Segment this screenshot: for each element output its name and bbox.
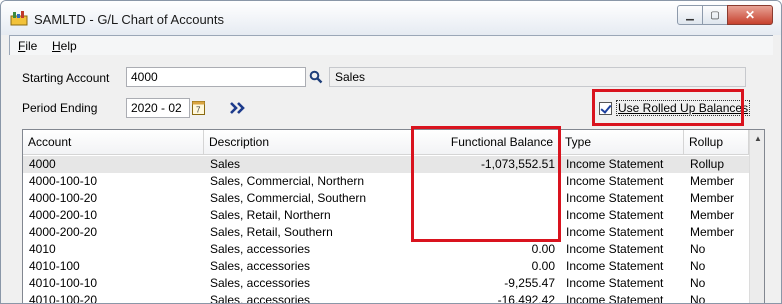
- cell-account: 4010-100-20: [29, 293, 98, 304]
- menu-file[interactable]: File: [18, 39, 37, 53]
- starting-account-input[interactable]: 4000: [126, 67, 306, 87]
- cell-account: 4000-100-20: [29, 191, 98, 205]
- close-icon: ✕: [744, 8, 756, 22]
- minimize-button[interactable]: ▁: [677, 5, 703, 25]
- cell-rollup: No: [690, 293, 706, 304]
- cell-functional-balance: 0.00: [531, 242, 555, 256]
- table-row[interactable]: 4000 Sales -1,073,552.51 Income Statement Ro…: [23, 156, 749, 173]
- accounts-grid: Account Description Functional Balance T…: [22, 129, 765, 304]
- table-row[interactable]: 4010 Sales, accessories 0.00 Income Stateme…: [23, 241, 749, 258]
- table-row[interactable]: 4000-100-20 Sales, Commercial, Southern In…: [23, 190, 749, 207]
- cell-functional-balance: -16,492.42: [497, 293, 555, 304]
- cell-account: 4000: [29, 157, 56, 171]
- cell-rollup: Member: [690, 174, 735, 188]
- cell-account: 4000-200-20: [29, 225, 98, 239]
- cell-type: Income Statement: [566, 242, 664, 256]
- cell-rollup: Rollup: [690, 157, 725, 171]
- cell-account: 4010-100: [29, 259, 80, 273]
- svg-text:7: 7: [196, 106, 201, 115]
- cell-rollup: No: [690, 259, 706, 273]
- maximize-button[interactable]: ▢: [702, 5, 728, 25]
- cell-account: 4010-100-10: [29, 276, 98, 290]
- column-header-account[interactable]: Account: [23, 130, 204, 155]
- cell-account: 4010: [29, 242, 56, 256]
- cell-account: 4000-200-10: [29, 208, 98, 222]
- cell-description: Sales, accessories: [210, 293, 311, 304]
- cell-rollup: No: [690, 276, 706, 290]
- table-row[interactable]: 4000-200-20 Sales, Retail, Southern Income…: [23, 224, 749, 241]
- cell-description: Sales, Retail, Northern: [210, 208, 331, 222]
- search-icon[interactable]: [309, 70, 323, 84]
- cell-rollup: Member: [690, 225, 735, 239]
- vertical-scrollbar[interactable]: ▲: [749, 130, 764, 303]
- cell-functional-balance: -9,255.47: [504, 276, 555, 290]
- starting-account-label: Starting Account: [22, 71, 110, 85]
- maximize-icon: ▢: [710, 9, 720, 21]
- period-ending-input[interactable]: 2020 - 02: [126, 98, 190, 118]
- double-chevron-right-icon[interactable]: [230, 102, 246, 114]
- close-button[interactable]: ✕: [727, 5, 773, 25]
- table-row[interactable]: 4010-100-20 Sales, accessories -16,492.42 I…: [23, 292, 749, 304]
- cell-type: Income Statement: [566, 293, 664, 304]
- table-row[interactable]: 4010-100 Sales, accessories 0.00 Income Sta…: [23, 258, 749, 275]
- calendar-icon[interactable]: 7: [192, 100, 205, 115]
- cell-type: Income Statement: [566, 259, 664, 273]
- title-bar: SAMLTD - G/L Chart of Accounts ▁ ▢ ✕: [1, 1, 781, 35]
- cell-type: Income Statement: [566, 208, 664, 222]
- cell-description: Sales, Retail, Southern: [210, 225, 333, 239]
- cell-rollup: Member: [690, 208, 735, 222]
- highlight-functional-balance: [411, 126, 561, 242]
- cell-type: Income Statement: [566, 225, 664, 239]
- column-header-rollup[interactable]: Rollup: [684, 130, 749, 155]
- cell-account: 4000-100-10: [29, 174, 98, 188]
- table-row[interactable]: 4000-100-10 Sales, Commercial, Northern In…: [23, 173, 749, 190]
- chart-of-accounts-window: SAMLTD - G/L Chart of Accounts ▁ ▢ ✕ Fil…: [0, 0, 782, 304]
- table-row[interactable]: 4000-200-10 Sales, Retail, Northern Income…: [23, 207, 749, 224]
- highlight-rolled-up: [592, 89, 744, 126]
- cell-description: Sales, accessories: [210, 259, 311, 273]
- window-title: SAMLTD - G/L Chart of Accounts: [34, 12, 225, 27]
- column-header-type[interactable]: Type: [560, 130, 684, 155]
- grid-header: Account Description Functional Balance T…: [23, 130, 764, 155]
- cell-type: Income Statement: [566, 174, 664, 188]
- cell-type: Income Statement: [566, 157, 664, 171]
- cell-description: Sales, Commercial, Southern: [210, 191, 367, 205]
- cell-description: Sales, Commercial, Northern: [210, 174, 365, 188]
- cell-rollup: No: [690, 242, 706, 256]
- period-ending-label: Period Ending: [22, 101, 98, 115]
- scroll-up-icon[interactable]: ▲: [750, 130, 764, 147]
- cell-rollup: Member: [690, 191, 735, 205]
- cell-type: Income Statement: [566, 276, 664, 290]
- cell-functional-balance: 0.00: [531, 259, 555, 273]
- cell-type: Income Statement: [566, 191, 664, 205]
- app-icon: [10, 11, 28, 26]
- menu-bar: File Help: [9, 35, 773, 55]
- table-row[interactable]: 4010-100-10 Sales, accessories -9,255.47 In…: [23, 275, 749, 292]
- account-description-display: Sales: [329, 67, 746, 87]
- cell-description: Sales, accessories: [210, 276, 311, 290]
- cell-description: Sales, accessories: [210, 242, 311, 256]
- minimize-icon: ▁: [686, 9, 694, 21]
- menu-help[interactable]: Help: [52, 39, 77, 53]
- cell-description: Sales: [210, 157, 241, 171]
